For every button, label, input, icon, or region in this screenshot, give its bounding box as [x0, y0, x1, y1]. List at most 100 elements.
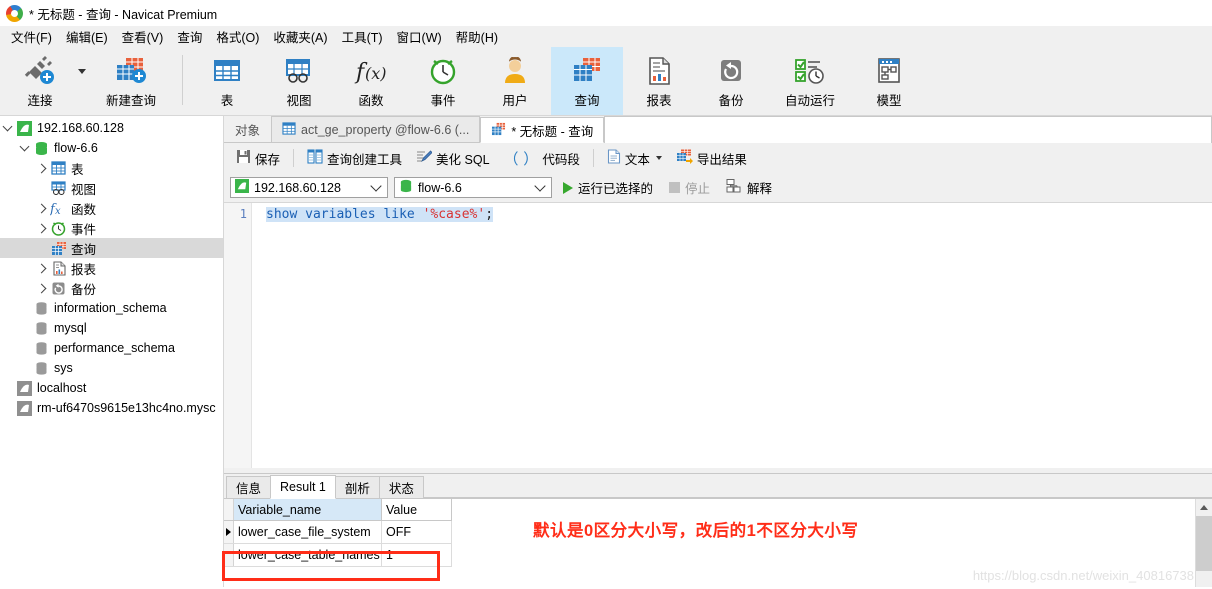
connection-gray-icon [16, 400, 33, 416]
connection-dropdown-caret-icon[interactable] [76, 61, 88, 81]
toolbar-button-reports[interactable]: 报表 [623, 47, 695, 115]
sidebar-item-db-sys[interactable]: sys [0, 358, 223, 378]
connection-value: 192.168.60.128 [254, 180, 341, 195]
sidebar-item-reports[interactable]: 报表 [0, 258, 223, 278]
cell-value[interactable]: OFF [382, 521, 452, 543]
connection-icon [235, 179, 249, 196]
database-value: flow-6.6 [418, 180, 462, 195]
cell-variable-name[interactable]: lower_case_file_system [234, 521, 382, 543]
text-view-button[interactable]: 文本 [601, 146, 668, 171]
view-icon [50, 181, 67, 195]
twisty-open-icon[interactable] [17, 141, 33, 152]
export-result-icon [676, 149, 693, 167]
tab-strip-filler [604, 116, 1212, 143]
stop-label: 停止 [685, 182, 711, 196]
result-tab-status[interactable]: 状态 [378, 476, 424, 498]
sidebar-item-connection-localhost[interactable]: localhost [0, 378, 223, 398]
sidebar-item-connection-rm[interactable]: rm-uf6470s9615e13hc4no.mysc [0, 398, 223, 418]
chevron-down-icon[interactable] [655, 156, 662, 160]
sql-editor[interactable]: 1 show variables like '%case%'; [224, 202, 1212, 468]
cell-value[interactable]: 1 [382, 544, 452, 566]
toolbar-label-views: 视图 [286, 94, 312, 108]
sidebar-item-tables[interactable]: 表 [0, 158, 223, 178]
chevron-down-icon[interactable] [534, 180, 546, 192]
menu-item-tools[interactable]: 工具(T) [335, 25, 390, 48]
sidebar-item-db-mysql[interactable]: mysql [0, 318, 223, 338]
sidebar-item-db-information-schema[interactable]: information_schema [0, 298, 223, 318]
sidebar-item-db-performance-schema[interactable]: performance_schema [0, 338, 223, 358]
query-toolbar: 保存 查询创建工具 美化 SQL （ ） 代码段 文本 导出结果 [224, 143, 1212, 173]
explain-label: 解释 [747, 182, 773, 196]
toolbar-label-connection: 连接 [27, 94, 53, 108]
sql-string-literal: '%case%' [422, 207, 486, 222]
result-grid-header: Variable_name Value [224, 499, 452, 521]
sidebar-item-db-flow66[interactable]: flow-6.6 [0, 138, 223, 158]
sidebar-label: 事件 [71, 222, 97, 237]
tab-act-ge-property[interactable]: act_ge_property @flow-6.6 (... [271, 116, 481, 142]
explain-button[interactable]: 解释 [721, 176, 777, 199]
menu-item-help[interactable]: 帮助(H) [449, 25, 505, 48]
toolbar-button-views[interactable]: 视图 [263, 47, 335, 115]
sidebar-label: 查询 [71, 242, 97, 257]
menu-item-file[interactable]: 文件(F) [4, 25, 59, 48]
toolbar-button-functions[interactable]: f (x) 函数 [335, 47, 407, 115]
menu-item-edit[interactable]: 编辑(E) [59, 25, 115, 48]
toolbar-button-users[interactable]: 用户 [479, 47, 551, 115]
sidebar-item-connection-192[interactable]: 192.168.60.128 [0, 118, 223, 138]
sidebar-item-backups[interactable]: 备份 [0, 278, 223, 298]
result-tab-label: 信息 [236, 482, 262, 496]
chevron-down-icon[interactable] [370, 180, 382, 192]
twisty-closed-icon[interactable] [34, 203, 50, 213]
toolbar-button-connection[interactable]: 连接 [4, 47, 76, 115]
snippet-button[interactable]: （ ） 代码段 [498, 145, 586, 172]
sidebar-item-functions[interactable]: fx 函数 [0, 198, 223, 218]
tab-untitled-query[interactable]: * 无标题 - 查询 [480, 117, 605, 143]
text-view-label: 文本 [624, 152, 650, 167]
result-tab-info[interactable]: 信息 [226, 476, 272, 498]
save-button[interactable]: 保存 [230, 146, 286, 171]
menu-item-query[interactable]: 查询 [170, 25, 209, 48]
run-selected-button[interactable]: 运行已选择的 [558, 176, 658, 199]
toolbar-button-backup[interactable]: 备份 [695, 47, 767, 115]
stop-button[interactable]: 停止 [664, 176, 715, 199]
menu-item-favorites[interactable]: 收藏夹(A) [266, 25, 334, 48]
export-result-button[interactable]: 导出结果 [670, 146, 753, 171]
table-icon [212, 54, 242, 88]
result-tab-result1[interactable]: Result 1 [270, 475, 336, 499]
menu-item-format[interactable]: 格式(O) [209, 25, 266, 48]
tab-objects[interactable]: 对象 [224, 116, 271, 142]
sidebar-item-events[interactable]: 事件 [0, 218, 223, 238]
toolbar-button-query[interactable]: 查询 [551, 47, 623, 115]
result-tab-profile[interactable]: 剖析 [334, 476, 380, 498]
menu-item-window[interactable]: 窗口(W) [390, 25, 449, 48]
toolbar-button-model[interactable]: 模型 [853, 47, 925, 115]
query-builder-button[interactable]: 查询创建工具 [301, 146, 408, 171]
twisty-open-icon[interactable] [0, 121, 16, 132]
toolbar-button-new-query[interactable]: 新建查询 [88, 47, 174, 115]
scrollbar-thumb[interactable] [1196, 516, 1212, 571]
sidebar-item-queries[interactable]: 查询 [0, 238, 223, 258]
table-row[interactable]: lower_case_file_system OFF [224, 521, 452, 544]
table-row[interactable]: lower_case_table_names 1 [224, 544, 452, 567]
twisty-closed-icon[interactable] [34, 283, 50, 293]
beautify-sql-button[interactable]: 美化 SQL [410, 146, 496, 171]
database-select[interactable]: flow-6.6 [394, 177, 552, 198]
connection-select[interactable]: 192.168.60.128 [230, 177, 388, 198]
sidebar-item-views[interactable]: 视图 [0, 178, 223, 198]
toolbar-button-events[interactable]: 事件 [407, 47, 479, 115]
toolbar-button-automation[interactable]: 自动运行 [767, 47, 853, 115]
twisty-closed-icon[interactable] [34, 223, 50, 233]
result-vertical-scrollbar[interactable] [1195, 499, 1212, 587]
twisty-closed-icon[interactable] [34, 163, 50, 173]
menu-item-view[interactable]: 查看(V) [115, 25, 171, 48]
column-header-value[interactable]: Value [382, 499, 452, 520]
table-icon [282, 121, 296, 138]
column-header-variable-name[interactable]: Variable_name [234, 499, 382, 520]
cell-variable-name[interactable]: lower_case_table_names [234, 544, 382, 566]
scroll-up-button[interactable] [1196, 499, 1212, 516]
toolbar-button-tables[interactable]: 表 [191, 47, 263, 115]
twisty-closed-icon[interactable] [34, 263, 50, 273]
sidebar-label: mysql [54, 321, 87, 335]
automation-icon [793, 54, 827, 88]
sql-code-area[interactable]: show variables like '%case%'; [252, 203, 1212, 468]
